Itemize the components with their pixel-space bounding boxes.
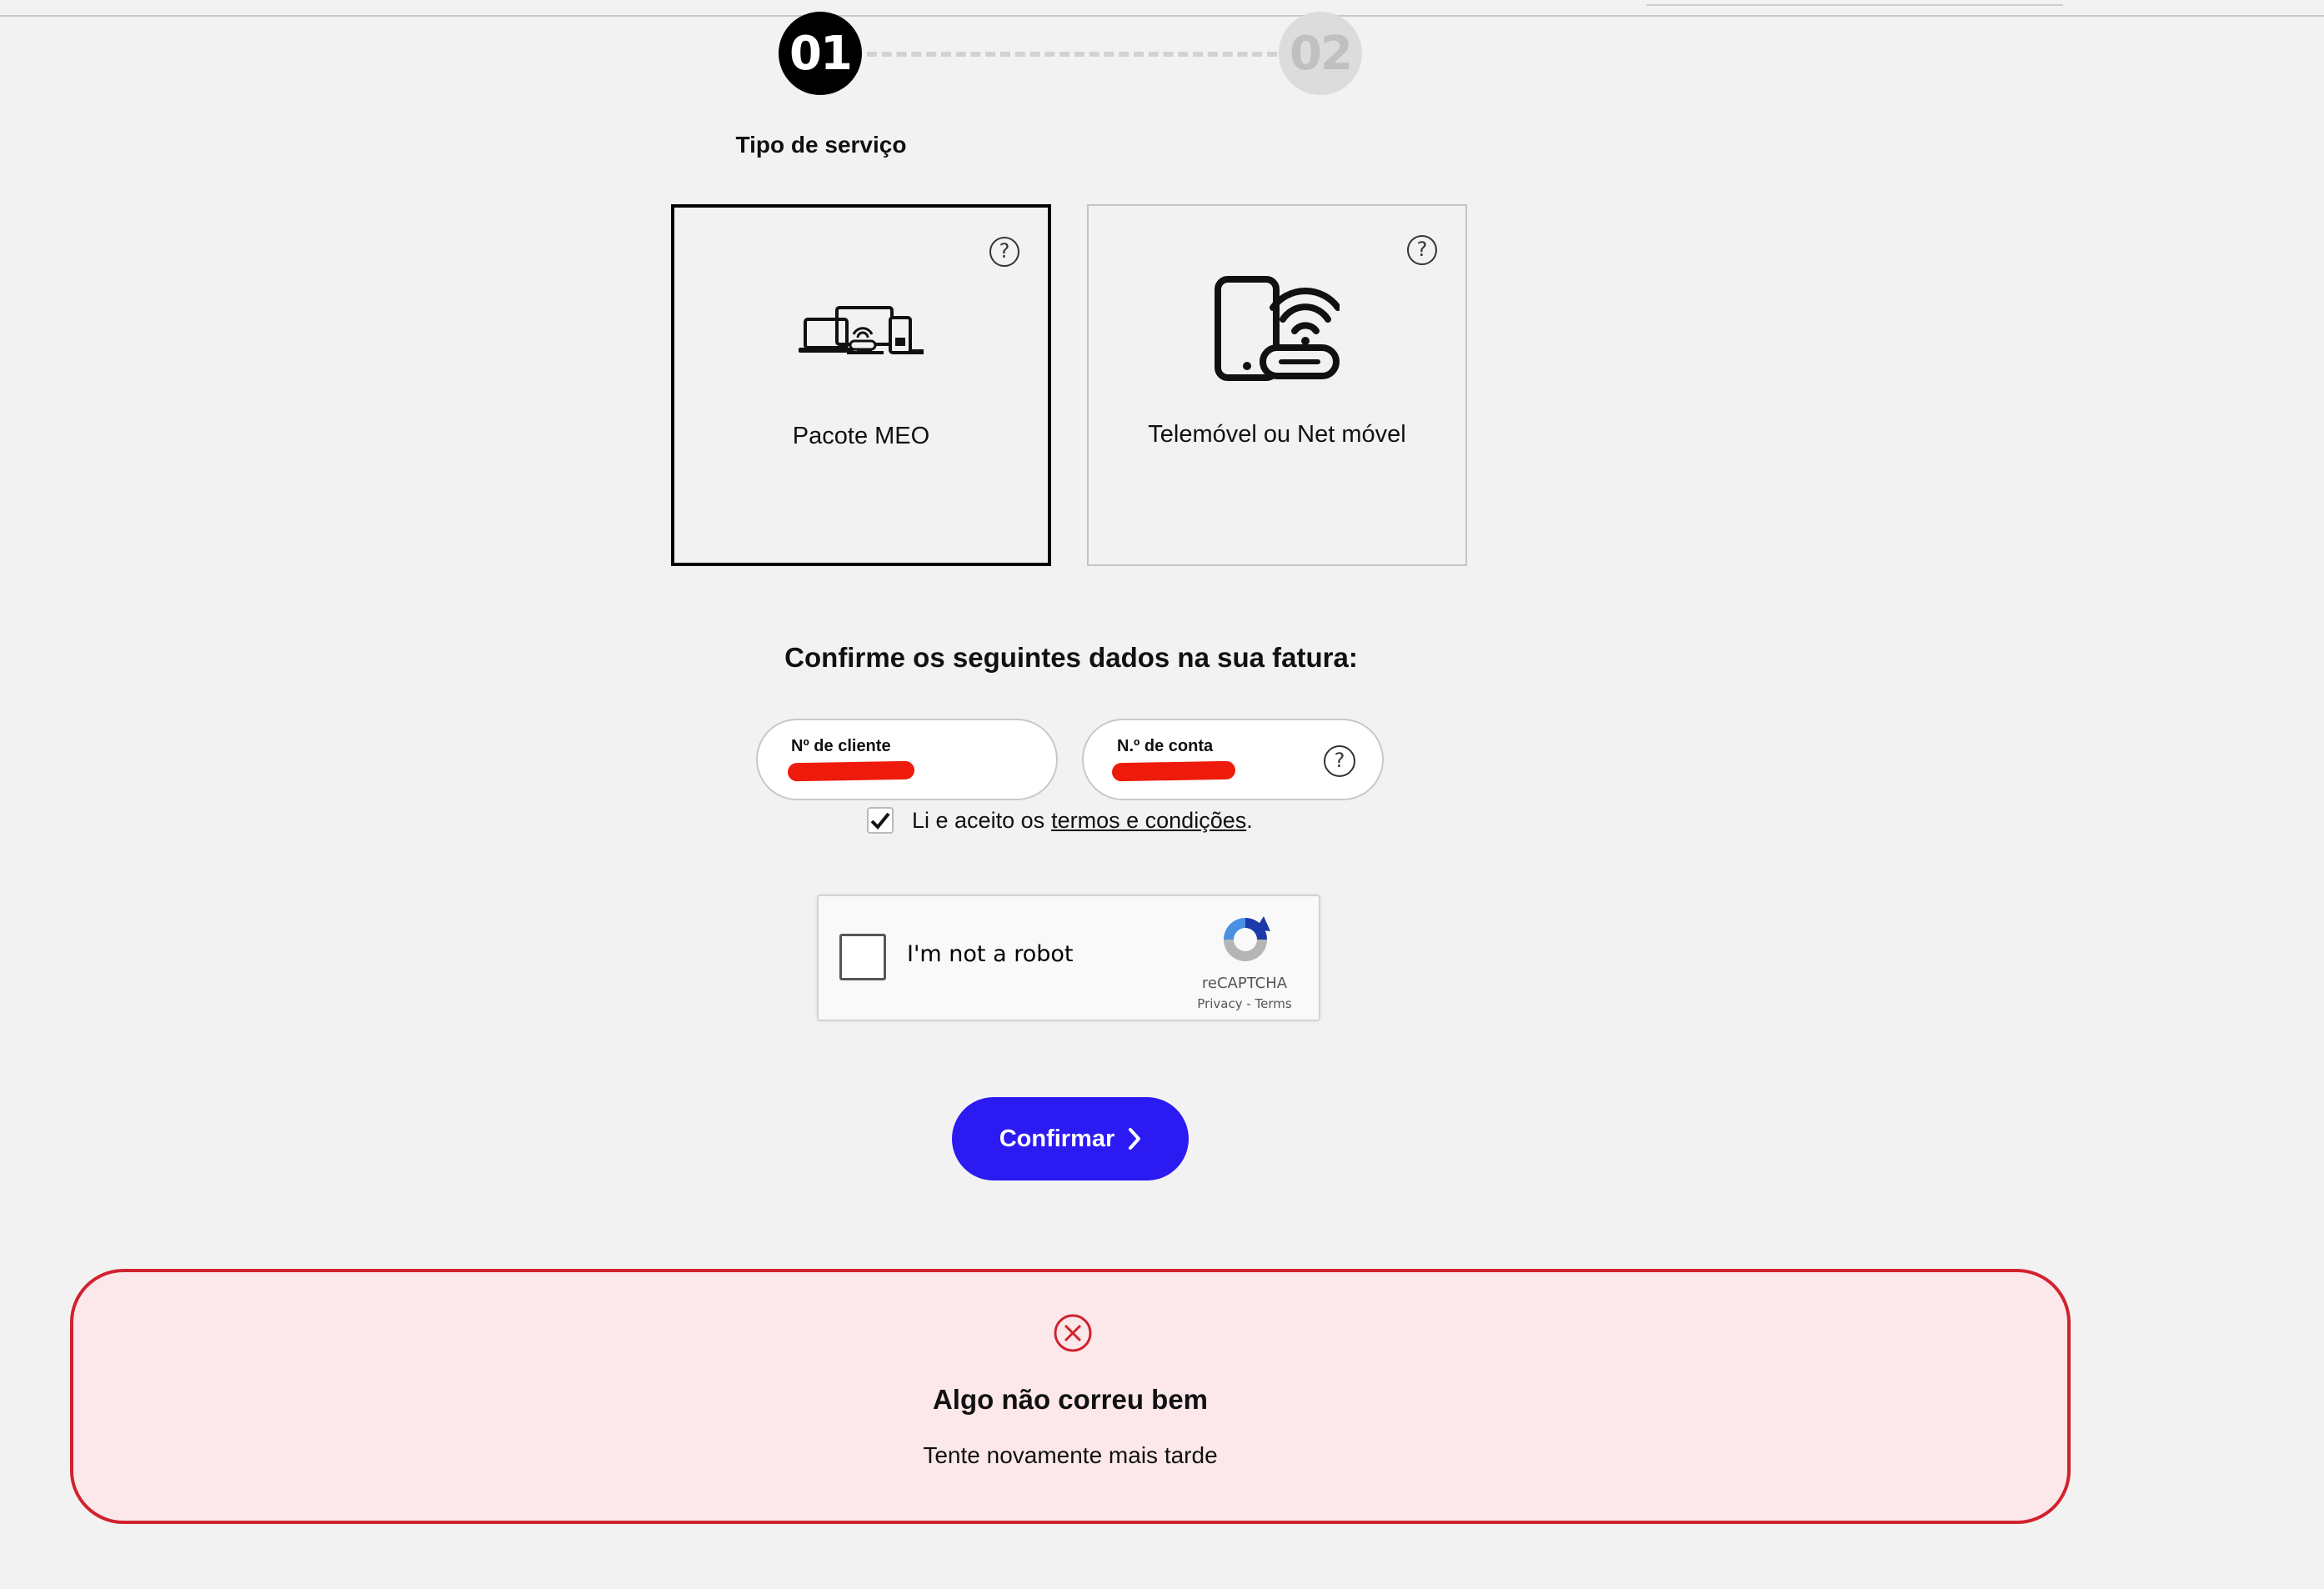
terms-text: Li e aceito os bbox=[912, 807, 1045, 833]
account-number-field[interactable]: N.º de conta ? bbox=[1082, 719, 1384, 800]
confirm-button[interactable]: Confirmar bbox=[952, 1097, 1189, 1180]
confirm-button-label: Confirmar bbox=[999, 1125, 1115, 1152]
recaptcha-brand: reCAPTCHA bbox=[1201, 975, 1288, 992]
error-title: Algo não correu bem bbox=[932, 1384, 1209, 1415]
step-1-indicator: 01 bbox=[779, 12, 862, 95]
top-divider bbox=[0, 15, 2324, 17]
service-card-pacote-meo[interactable]: ? Pacote MEO bbox=[671, 204, 1051, 566]
terms-checkbox[interactable] bbox=[867, 807, 894, 834]
client-number-label: Nº de cliente bbox=[791, 737, 891, 755]
recaptcha-logo-icon bbox=[1224, 916, 1270, 961]
recaptcha-checkbox[interactable] bbox=[839, 934, 886, 980]
recaptcha-privacy-terms[interactable]: Privacy - Terms bbox=[1182, 996, 1307, 1011]
recaptcha-label: I'm not a robot bbox=[907, 941, 1074, 967]
redacted-value bbox=[787, 760, 915, 782]
recaptcha-widget: I'm not a robot reCAPTCHA Privacy - Term… bbox=[817, 895, 1320, 1021]
client-number-field[interactable]: Nº de cliente bbox=[756, 719, 1058, 800]
devices-icon bbox=[799, 306, 924, 354]
top-divider-right bbox=[1646, 4, 2063, 6]
terms-row: Li e aceito os termos e condições . bbox=[867, 805, 1253, 835]
error-message: Tente novamente mais tarde bbox=[923, 1442, 1218, 1468]
help-icon[interactable]: ? bbox=[1324, 745, 1355, 777]
terms-link[interactable]: termos e condições bbox=[1051, 808, 1246, 834]
service-label: Telemóvel ou Net móvel bbox=[1148, 421, 1406, 448]
redacted-value bbox=[1111, 760, 1236, 782]
step-connector bbox=[867, 52, 1277, 57]
terms-suffix: . bbox=[1246, 807, 1253, 833]
error-x-icon bbox=[1054, 1314, 1092, 1352]
step-1-label: Tipo de serviço bbox=[735, 132, 907, 158]
account-number-label: N.º de conta bbox=[1117, 737, 1214, 755]
help-icon[interactable]: ? bbox=[989, 237, 1019, 267]
checkmark-icon bbox=[870, 812, 890, 830]
help-icon[interactable]: ? bbox=[1407, 235, 1437, 265]
service-card-telemovel[interactable]: ? Telemóvel ou Net móvel bbox=[1087, 204, 1467, 566]
error-alert: Algo não correu bem Tente novamente mais… bbox=[70, 1269, 2071, 1524]
phone-router-icon bbox=[1215, 276, 1340, 381]
confirm-heading: Confirme os seguintes dados na sua fatur… bbox=[784, 642, 1358, 673]
step-2-indicator: 02 bbox=[1279, 12, 1362, 95]
chevron-right-icon bbox=[1129, 1128, 1141, 1150]
service-label: Pacote MEO bbox=[792, 423, 930, 449]
